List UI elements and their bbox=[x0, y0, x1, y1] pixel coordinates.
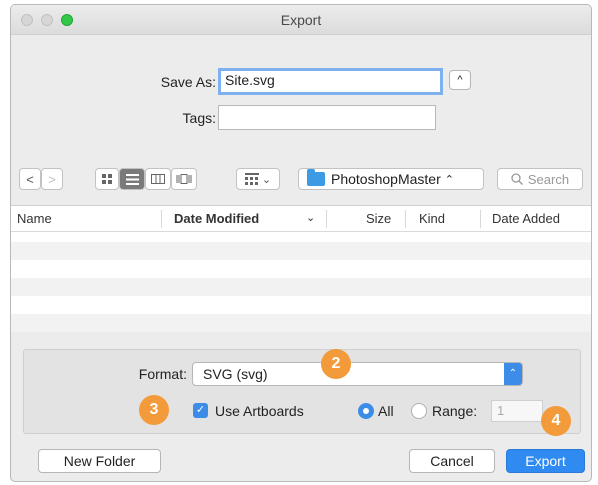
search-placeholder: Search bbox=[527, 171, 570, 187]
chevron-left-icon: < bbox=[26, 171, 34, 187]
list-view-icon bbox=[125, 173, 139, 185]
save-as-input[interactable]: Site.svg bbox=[218, 68, 443, 95]
back-button[interactable]: < bbox=[19, 168, 41, 190]
column-header-date-added[interactable]: Date Added bbox=[492, 211, 560, 226]
list-header: Name Date Modified ⌄ Size Kind Date Adde… bbox=[11, 206, 591, 232]
search-icon bbox=[511, 173, 523, 185]
column-divider bbox=[480, 210, 481, 228]
chevron-updown-icon: ⌃ bbox=[504, 363, 522, 385]
list-row[interactable] bbox=[11, 242, 591, 260]
column-view-button[interactable] bbox=[145, 168, 171, 190]
range-radio[interactable] bbox=[411, 403, 427, 419]
chevron-up-icon: ^ bbox=[457, 74, 463, 86]
forward-button[interactable]: > bbox=[41, 168, 63, 190]
new-folder-button[interactable]: New Folder bbox=[38, 449, 161, 473]
use-artboards-label: Use Artboards bbox=[215, 403, 304, 419]
callout-badge-2: 2 bbox=[321, 349, 351, 379]
column-divider bbox=[405, 210, 406, 228]
tags-label: Tags: bbox=[182, 110, 216, 126]
chevron-down-icon: ⌄ bbox=[261, 173, 272, 186]
list-row[interactable] bbox=[11, 314, 591, 332]
export-button[interactable]: Export bbox=[506, 449, 585, 473]
use-artboards-checkbox[interactable]: ✓ bbox=[193, 403, 208, 418]
all-label: All bbox=[378, 403, 394, 419]
format-value: SVG (svg) bbox=[203, 366, 268, 382]
callout-badge-4: 4 bbox=[541, 406, 571, 436]
location-popup[interactable]: PhotoshopMaster ⌃ bbox=[298, 168, 484, 190]
column-header-name[interactable]: Name bbox=[17, 211, 52, 226]
all-radio[interactable] bbox=[358, 403, 374, 419]
save-as-label: Save As: bbox=[160, 74, 216, 90]
arrange-button[interactable]: ⌄ bbox=[236, 168, 280, 190]
format-label: Format: bbox=[138, 366, 187, 382]
format-select[interactable]: SVG (svg) ⌃ bbox=[192, 362, 523, 386]
range-label: Range: bbox=[432, 403, 478, 419]
icon-view-icon bbox=[102, 174, 112, 184]
column-view-icon bbox=[151, 174, 165, 184]
range-input[interactable]: 1 bbox=[491, 400, 543, 422]
column-header-date-modified[interactable]: Date Modified bbox=[174, 211, 259, 226]
column-divider bbox=[326, 210, 327, 228]
tags-input[interactable] bbox=[218, 105, 436, 130]
folder-icon bbox=[307, 169, 325, 186]
arrange-icon bbox=[244, 173, 259, 185]
window-title: Export bbox=[280, 12, 322, 28]
list-row[interactable] bbox=[11, 278, 591, 296]
sort-descending-icon: ⌄ bbox=[306, 212, 316, 224]
coverflow-view-button[interactable] bbox=[171, 168, 197, 190]
callout-badge-3: 3 bbox=[139, 395, 169, 425]
coverflow-view-icon bbox=[176, 174, 192, 184]
chevron-updown-icon: ⌃ bbox=[444, 173, 454, 186]
chevron-right-icon: > bbox=[48, 171, 56, 187]
checkmark-icon: ✓ bbox=[195, 404, 206, 416]
file-list[interactable]: Name Date Modified ⌄ Size Kind Date Adde… bbox=[11, 205, 591, 332]
search-field[interactable]: Search bbox=[497, 168, 583, 190]
export-dialog: Export Save As: Site.svg ^ Tags: < > ⌄ P… bbox=[10, 4, 592, 482]
expand-dialog-button[interactable]: ^ bbox=[449, 70, 471, 90]
column-header-size[interactable]: Size bbox=[366, 211, 391, 226]
title-bar: Export bbox=[11, 5, 591, 35]
column-header-kind[interactable]: Kind bbox=[419, 211, 445, 226]
cancel-button[interactable]: Cancel bbox=[409, 449, 495, 473]
icon-view-button[interactable] bbox=[95, 168, 119, 190]
column-divider bbox=[161, 210, 162, 228]
list-view-button[interactable] bbox=[119, 168, 145, 190]
location-label: PhotoshopMaster bbox=[331, 171, 441, 187]
